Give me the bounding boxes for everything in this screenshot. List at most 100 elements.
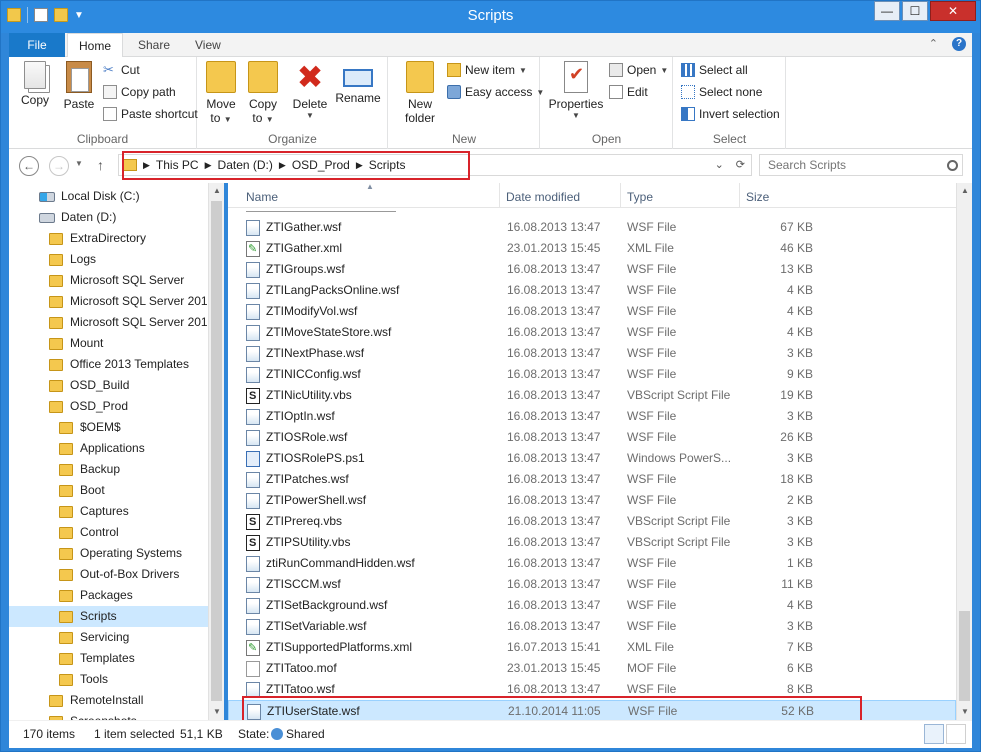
tree-item-osd-build[interactable]: OSD_Build [9, 375, 209, 396]
scroll-up-icon[interactable]: ▲ [957, 183, 972, 199]
tree-item-osd-prod[interactable]: OSD_Prod [9, 396, 209, 417]
table-row[interactable]: ZTIGroups.wsf 16.08.2013 13:47 WSF File 13 … [228, 259, 956, 280]
up-button[interactable]: ↑ [97, 157, 104, 173]
scrollbar-thumb[interactable] [211, 201, 222, 701]
tab-share[interactable]: Share [127, 33, 181, 57]
scroll-down-icon[interactable]: ▼ [209, 704, 224, 720]
copy-button[interactable]: Copy [17, 61, 53, 107]
back-button[interactable]: ← [19, 156, 39, 176]
search-input[interactable] [759, 154, 963, 176]
maximize-button[interactable]: ☐ [902, 1, 928, 21]
navigation-scrollbar[interactable]: ▲ ▼ [208, 183, 224, 720]
table-row[interactable]: ZTIPatches.wsf 16.08.2013 13:47 WSF File 18… [228, 469, 956, 490]
table-row[interactable]: ztiRunCommandHidden.wsf 16.08.2013 13:47 W… [228, 553, 956, 574]
table-row[interactable]: ZTISetVariable.wsf 16.08.2013 13:47 WSF Fi… [228, 616, 956, 637]
tree-item-oem[interactable]: $OEM$ [9, 417, 209, 438]
select-all-button[interactable]: Select all [681, 63, 748, 77]
file-list-scrollbar[interactable]: ▲ ▼ [956, 183, 972, 720]
copy-path-label: Copy path [121, 85, 176, 99]
table-row[interactable]: ZTIOSRole.wsf 16.08.2013 13:47 WSF File 26 … [228, 427, 956, 448]
table-row[interactable]: ZTIPowerShell.wsf 16.08.2013 13:47 WSF Fil… [228, 490, 956, 511]
tree-item-boot[interactable]: Boot [9, 480, 209, 501]
tree-item-logs[interactable]: Logs [9, 249, 209, 270]
select-group-label: Select [712, 132, 747, 146]
table-row[interactable]: ZTIOptIn.wsf 16.08.2013 13:47 WSF File 3 KB [228, 406, 956, 427]
scrollbar-thumb[interactable] [959, 611, 970, 701]
table-row[interactable]: ZTIPrereq.vbs 16.08.2013 13:47 VBScript Sc… [228, 511, 956, 532]
select-none-button[interactable]: Select none [681, 85, 762, 99]
tree-item-scripts[interactable]: Scripts [9, 606, 209, 627]
tab-file[interactable]: File [9, 33, 65, 57]
delete-button[interactable]: ✖ Delete ▼ [290, 61, 330, 120]
table-row[interactable]: ZTIPSUtility.vbs 16.08.2013 13:47 VBScript… [228, 532, 956, 553]
copy-path-button[interactable]: Copy path [103, 85, 176, 99]
tree-item-remoteinstall[interactable]: RemoteInstall [9, 690, 209, 711]
paste-shortcut-button[interactable]: Paste shortcut [103, 107, 198, 121]
table-row[interactable]: ZTINextPhase.wsf 16.08.2013 13:47 WSF File… [228, 343, 956, 364]
ribbon-collapse-icon[interactable]: ⌃ [929, 37, 938, 51]
tree-item-tools[interactable]: Tools [9, 669, 209, 690]
table-row[interactable]: ZTISupportedPlatforms.xml 16.07.2013 15:4… [228, 637, 956, 658]
details-view-icon[interactable] [924, 724, 944, 744]
table-row[interactable]: ZTINicUtility.vbs 16.08.2013 13:47 VBScrip… [228, 385, 956, 406]
tree-item-control[interactable]: Control [9, 522, 209, 543]
table-row[interactable]: ZTIMoveStateStore.wsf 16.08.2013 13:47 WSF… [228, 322, 956, 343]
column-name[interactable]: Name [228, 183, 500, 208]
move-to-button[interactable]: Move to ▼ [204, 61, 238, 125]
close-button[interactable]: ✕ [930, 1, 976, 21]
cut-button[interactable]: ✂ Cut [103, 63, 140, 78]
tab-view[interactable]: View [184, 33, 232, 57]
tab-home[interactable]: Home [67, 33, 124, 58]
tree-item-servicing[interactable]: Servicing [9, 627, 209, 648]
rename-button[interactable]: Rename [334, 61, 382, 105]
tree-item-sql-server-2012-a[interactable]: Microsoft SQL Server 2012 [9, 291, 214, 312]
folder-icon [59, 589, 73, 602]
table-row[interactable]: ZTILangPacksOnline.wsf 16.08.2013 13:47 WS… [228, 280, 956, 301]
scroll-down-icon[interactable]: ▼ [957, 704, 972, 720]
large-icons-view-icon[interactable] [946, 724, 966, 744]
edit-button[interactable]: Edit [609, 85, 648, 99]
invert-selection-button[interactable]: Invert selection [681, 107, 780, 121]
tree-item-mount[interactable]: Mount [9, 333, 209, 354]
easy-access-button[interactable]: Easy access ▼ [447, 85, 544, 99]
tree-item-local-disk-c[interactable]: Local Disk (C:) [9, 186, 209, 207]
open-button[interactable]: Open ▼ [609, 63, 668, 77]
search-icon[interactable] [947, 160, 958, 171]
address-history-icon[interactable]: ⌄ [715, 158, 724, 171]
column-size[interactable]: Size [740, 183, 820, 208]
tree-item-office-templates[interactable]: Office 2013 Templates [9, 354, 209, 375]
tree-item-packages[interactable]: Packages [9, 585, 209, 606]
table-row[interactable]: ZTIOSRolePS.ps1 16.08.2013 13:47 Windows P… [228, 448, 956, 469]
paste-button[interactable]: Paste [59, 61, 99, 111]
tree-item-backup[interactable]: Backup [9, 459, 209, 480]
copy-to-button[interactable]: Copy to ▼ [246, 61, 280, 125]
table-row[interactable]: ZTIModifyVol.wsf 16.08.2013 13:47 WSF File… [228, 301, 956, 322]
new-item-button[interactable]: New item ▼ [447, 63, 527, 77]
column-date-modified[interactable]: Date modified [500, 183, 621, 208]
table-row[interactable]: ZTIGather.xml 23.01.2013 15:45 XML File 46 … [228, 238, 956, 259]
tree-item-sql-server[interactable]: Microsoft SQL Server [9, 270, 209, 291]
table-row[interactable]: ZTISetBackground.wsf 16.08.2013 13:47 WSF … [228, 595, 956, 616]
tree-item-extradirectory[interactable]: ExtraDirectory [9, 228, 209, 249]
tree-item-sql-server-2012-b[interactable]: Microsoft SQL Server 2012 [9, 312, 214, 333]
table-row[interactable]: ZTINICConfig.wsf 16.08.2013 13:47 WSF File… [228, 364, 956, 385]
new-folder-button[interactable]: New folder [399, 61, 441, 125]
column-type[interactable]: Type [621, 183, 740, 208]
scroll-up-icon[interactable]: ▲ [209, 183, 224, 199]
recent-locations-icon[interactable]: ▼ [75, 159, 83, 168]
tree-item-templates[interactable]: Templates [9, 648, 209, 669]
tree-item-daten-d[interactable]: Daten (D:) [9, 207, 209, 228]
tree-item-applications[interactable]: Applications [9, 438, 209, 459]
tree-item-operating-systems[interactable]: Operating Systems [9, 543, 209, 564]
tree-item-screenshots[interactable]: Screenshots [9, 711, 209, 720]
table-row[interactable]: ZTIGather.wsf 16.08.2013 13:47 WSF File 67 … [228, 217, 956, 238]
table-row[interactable]: ZTISCCM.wsf 16.08.2013 13:47 WSF File 11 KB [228, 574, 956, 595]
properties-button[interactable]: Properties ▼ [545, 61, 607, 120]
table-row[interactable]: ZTITatoo.mof 23.01.2013 15:45 MOF File 6 KB [228, 658, 956, 679]
tree-item-captures[interactable]: Captures [9, 501, 209, 522]
refresh-icon[interactable]: ⟳ [736, 158, 745, 171]
help-icon[interactable]: ? [952, 37, 966, 51]
minimize-button[interactable]: — [874, 1, 900, 21]
tree-item-out-of-box-drivers[interactable]: Out-of-Box Drivers [9, 564, 209, 585]
forward-button[interactable]: → [49, 156, 69, 176]
